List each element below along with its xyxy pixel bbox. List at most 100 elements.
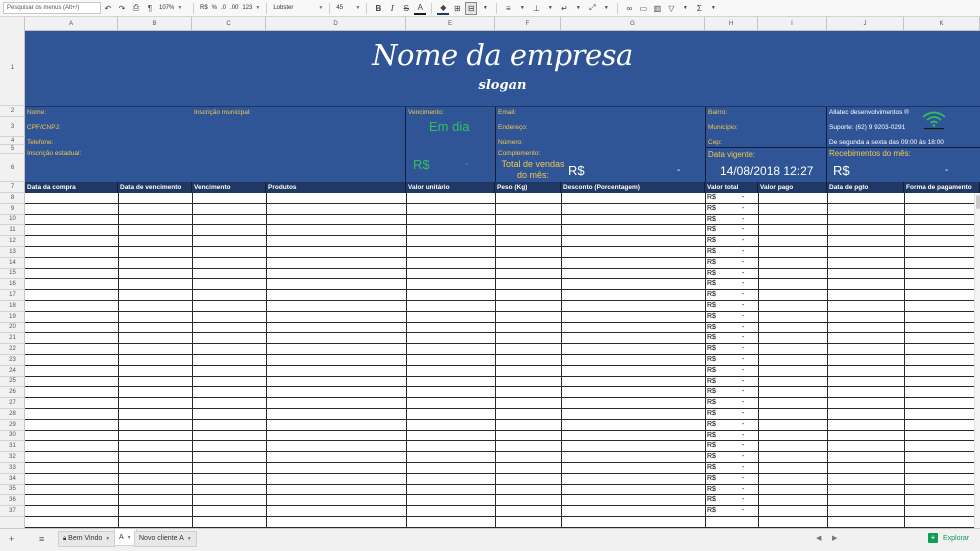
row-header-12[interactable]: 12 xyxy=(0,236,25,247)
font-size-select[interactable]: 45 ▼ xyxy=(336,2,360,15)
column-header-e[interactable]: E xyxy=(406,17,495,31)
row-header-10[interactable]: 10 xyxy=(0,215,25,226)
all-sheets-button[interactable]: ≡ xyxy=(39,534,44,544)
header-forma-pagamento[interactable]: Forma de pagamento xyxy=(904,182,980,193)
chevron-down-icon[interactable]: ▼ xyxy=(679,2,691,15)
header-data-vencimento[interactable]: Data de vencimento xyxy=(118,182,192,193)
row-header-20[interactable]: 20 xyxy=(0,323,25,334)
insert-link-icon[interactable]: ∞ xyxy=(623,2,635,15)
select-all-corner[interactable] xyxy=(0,17,25,31)
add-sheet-button[interactable]: + xyxy=(9,534,14,544)
column-header-i[interactable]: I xyxy=(758,17,827,31)
percent-format-button[interactable]: % xyxy=(212,2,217,15)
row-header-27[interactable]: 27 xyxy=(0,398,25,409)
chevron-down-icon[interactable]: ▼ xyxy=(600,2,612,15)
text-color-button[interactable]: A xyxy=(414,2,427,15)
chevron-down-icon[interactable]: ▼ xyxy=(572,2,584,15)
row-header-2[interactable]: 2 xyxy=(0,106,25,117)
row-header-24[interactable]: 24 xyxy=(0,366,25,377)
row-header-35[interactable]: 35 xyxy=(0,485,25,496)
column-header-a[interactable]: A xyxy=(25,17,118,31)
header-data-pgto[interactable]: Data de pgto xyxy=(827,182,904,193)
header-valor-unitario[interactable]: Valor unitário xyxy=(406,182,495,193)
column-header-b[interactable]: B xyxy=(118,17,192,31)
explore-button[interactable]: + Explorar xyxy=(928,533,969,543)
print-icon[interactable]: ⎙ xyxy=(130,2,142,15)
paint-format-icon[interactable]: ¶ xyxy=(144,2,156,15)
chevron-down-icon[interactable]: ▼ xyxy=(516,2,528,15)
font-family-select[interactable]: Lobster ▼ xyxy=(273,2,323,15)
header-vencimento[interactable]: Vencimento xyxy=(192,182,266,193)
row-header-37[interactable]: 37 xyxy=(0,506,25,517)
vertical-scrollbar[interactable] xyxy=(974,193,980,528)
chevron-down-icon[interactable]: ▼ xyxy=(479,2,491,15)
header-desconto[interactable]: Desconto (Porcentagem) xyxy=(561,182,705,193)
row-header-4[interactable]: 4 xyxy=(0,137,25,145)
row-header-8[interactable]: 8 xyxy=(0,193,25,204)
row-header-5[interactable]: 5 xyxy=(0,145,25,154)
column-header-d[interactable]: D xyxy=(266,17,406,31)
strikethrough-button[interactable]: S xyxy=(400,2,412,15)
row-header-9[interactable]: 9 xyxy=(0,204,25,215)
increase-decimals-button[interactable]: .00 xyxy=(230,2,238,15)
row-header-23[interactable]: 23 xyxy=(0,355,25,366)
row-header-14[interactable]: 14 xyxy=(0,258,25,269)
row-header-19[interactable]: 19 xyxy=(0,312,25,323)
column-header-h[interactable]: H xyxy=(705,17,758,31)
chevron-down-icon[interactable]: ▼ xyxy=(707,2,719,15)
row-header-34[interactable]: 34 xyxy=(0,474,25,485)
column-header-j[interactable]: J xyxy=(827,17,904,31)
merge-cells-icon[interactable]: ⊟ xyxy=(465,1,478,15)
client-info-block[interactable]: Nome: Inscrição municipal: CPF/CNPJ: Tel… xyxy=(25,106,980,183)
row-header-7[interactable]: 7 xyxy=(0,182,25,193)
row-header-33[interactable]: 33 xyxy=(0,463,25,474)
horizontal-align-icon[interactable]: ≡ xyxy=(502,2,514,15)
row-header-30[interactable]: 30 xyxy=(0,431,25,442)
row-header-21[interactable]: 21 xyxy=(0,333,25,345)
chevron-down-icon[interactable]: ▼ xyxy=(544,2,556,15)
undo-icon[interactable]: ↶ xyxy=(102,2,114,15)
vertical-align-icon[interactable]: ⊥ xyxy=(530,2,542,15)
row-header-32[interactable]: 32 xyxy=(0,452,25,463)
row-header-22[interactable]: 22 xyxy=(0,344,25,355)
decrease-decimals-button[interactable]: .0 xyxy=(221,2,226,15)
tab-bem-vindo[interactable]: 🔒︎ Bem Vindo ▼ xyxy=(58,531,116,547)
insert-chart-icon[interactable]: ▥ xyxy=(651,2,663,15)
row-header-28[interactable]: 28 xyxy=(0,409,25,420)
italic-button[interactable]: I xyxy=(386,2,398,15)
fill-color-icon[interactable]: ◆ xyxy=(437,2,450,15)
header-peso[interactable]: Peso (Kg) xyxy=(495,182,561,193)
borders-icon[interactable]: ⊞ xyxy=(451,2,463,15)
insert-comment-icon[interactable]: ▭ xyxy=(637,2,649,15)
functions-icon[interactable]: Σ xyxy=(693,2,705,15)
row-header-31[interactable]: 31 xyxy=(0,441,25,453)
currency-format-button[interactable]: R$ xyxy=(200,2,208,15)
row-header-11[interactable]: 11 xyxy=(0,225,25,237)
row-header-26[interactable]: 26 xyxy=(0,387,25,399)
scroll-tabs-left-icon[interactable]: ◀ xyxy=(816,534,821,542)
row-header-3[interactable]: 3 xyxy=(0,117,25,137)
text-rotation-icon[interactable]: ⤢ xyxy=(586,2,598,15)
column-header-k[interactable]: K xyxy=(904,17,980,31)
header-produtos[interactable]: Produtos xyxy=(266,182,406,193)
orders-grid[interactable]: R$ - R$ - R$ - R$ - R$ - R$ - R$ - R$ - R$ - R$ - R$ - R$ - R$ - R… xyxy=(25,193,980,528)
column-header-f[interactable]: F xyxy=(495,17,561,31)
header-valor-total[interactable]: Valor total xyxy=(705,182,758,193)
header-data-compra[interactable]: Data da compra xyxy=(25,182,118,193)
row-header-18[interactable]: 18 xyxy=(0,301,25,312)
header-valor-pago[interactable]: Valor pago xyxy=(758,182,827,193)
scrollbar-thumb[interactable] xyxy=(976,195,980,209)
row-header-1[interactable]: 1 xyxy=(0,31,25,106)
row-header-13[interactable]: 13 xyxy=(0,247,25,258)
text-wrap-icon[interactable]: ↵ xyxy=(558,2,570,15)
scroll-tabs-right-icon[interactable]: ▶ xyxy=(832,534,837,542)
column-header-c[interactable]: C xyxy=(192,17,266,31)
row-header-16[interactable]: 16 xyxy=(0,279,25,291)
column-header-g[interactable]: G xyxy=(561,17,705,31)
tab-novo-cliente-a[interactable]: Novo cliente A ▼ xyxy=(134,531,197,547)
row-header-25[interactable]: 25 xyxy=(0,377,25,388)
zoom-select[interactable]: 107% ▼ xyxy=(159,2,187,15)
filter-icon[interactable]: ▽ xyxy=(665,2,677,15)
more-formats-select[interactable]: 123 ▼ xyxy=(242,2,260,15)
bold-button[interactable]: B xyxy=(372,2,384,15)
